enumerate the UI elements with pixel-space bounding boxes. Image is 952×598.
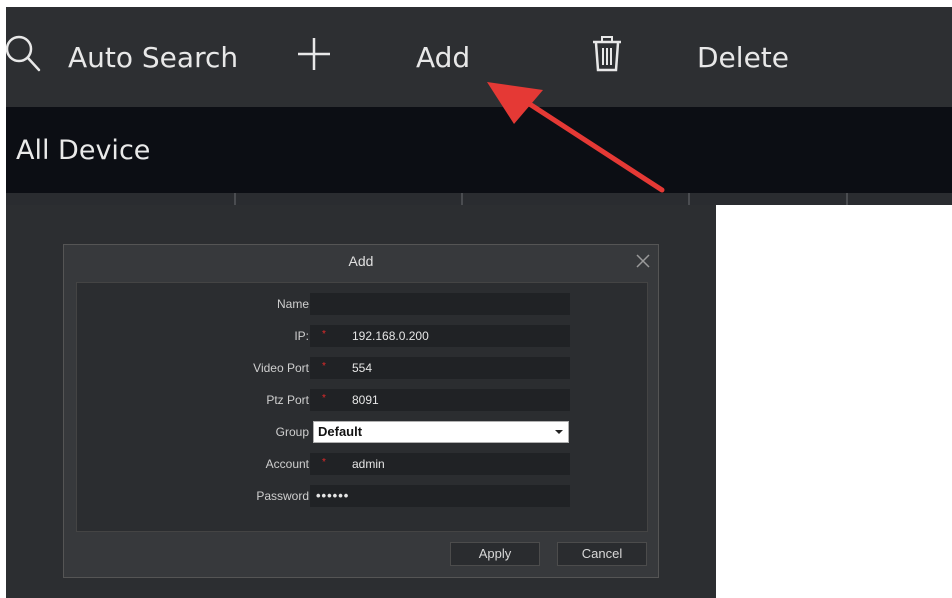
annotation-arrow: [487, 82, 665, 193]
